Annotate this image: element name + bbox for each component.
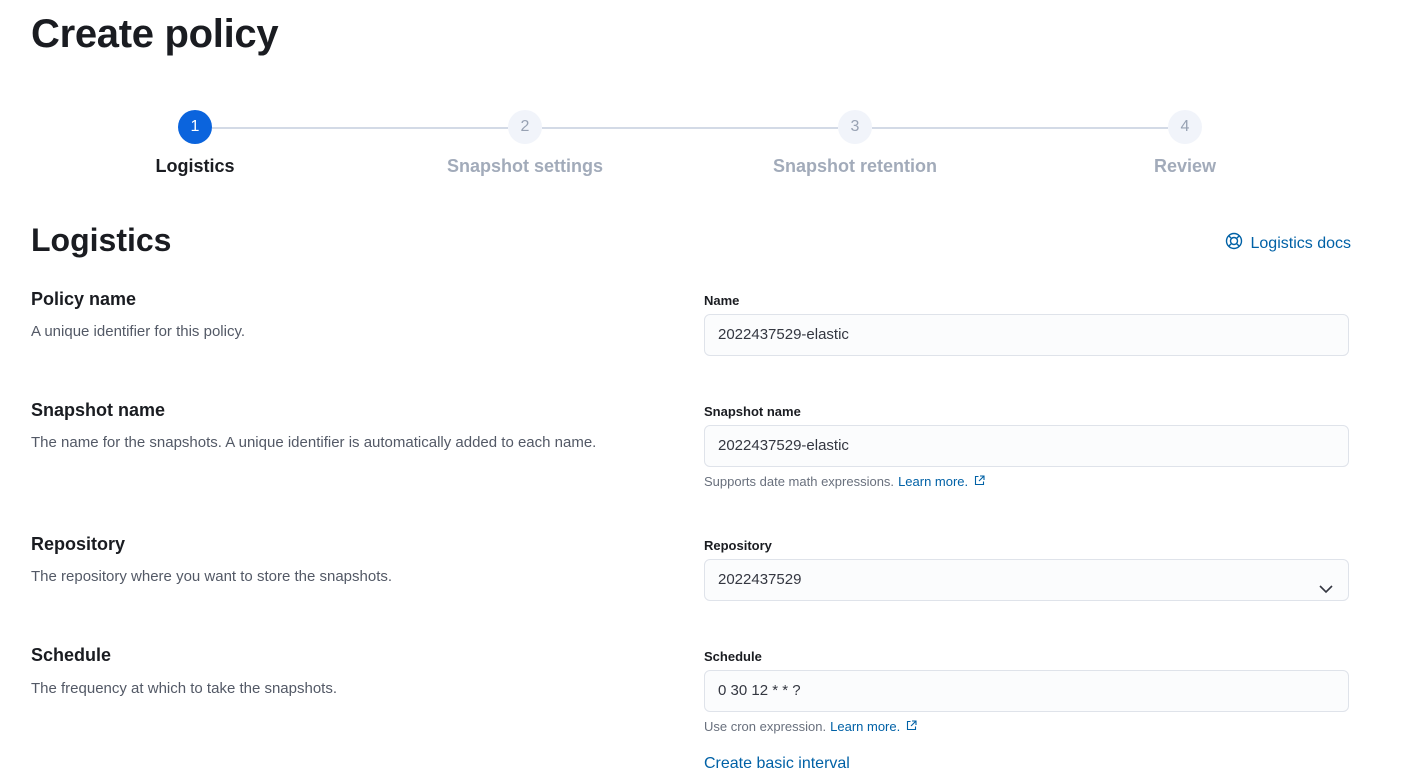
create-basic-interval-link[interactable]: Create basic interval — [704, 755, 850, 773]
repository-label: Repository — [704, 538, 772, 553]
snapshot-name-help: Supports date math expressions. Learn mo… — [704, 474, 985, 489]
schedule-input[interactable]: 0 30 12 * * ? — [704, 670, 1349, 712]
step-3-number[interactable]: 3 — [838, 110, 872, 144]
policy-name-title: Policy name — [31, 289, 137, 309]
step-4-number[interactable]: 4 — [1168, 110, 1202, 144]
step-connector — [872, 127, 1168, 129]
name-label: Name — [704, 293, 740, 308]
snapshot-name-learn-more-label: Learn more. — [898, 474, 969, 489]
logistics-docs-label: Logistics docs — [1250, 234, 1352, 252]
policy-name-description: A unique identifier for this policy. — [31, 323, 246, 340]
step-3-label[interactable]: Snapshot retention — [725, 156, 985, 177]
snapshot-name-help-text: Supports date math expressions. — [704, 474, 895, 489]
step-2-label[interactable]: Snapshot settings — [395, 156, 655, 177]
popout-icon — [906, 719, 917, 734]
step-connector — [212, 127, 508, 129]
chevron-down-icon — [1318, 573, 1334, 613]
schedule-help-text: Use cron expression. — [704, 719, 827, 734]
repository-selected-value: 2022437529 — [718, 571, 802, 588]
snapshot-name-learn-more-link[interactable]: Learn more. — [898, 474, 985, 489]
step-4-label[interactable]: Review — [1055, 156, 1315, 177]
repository-title: Repository — [31, 534, 126, 554]
schedule-title: Schedule — [31, 645, 112, 665]
step-connector — [542, 127, 838, 129]
step-1-number[interactable]: 1 — [178, 110, 212, 144]
schedule-learn-more-link[interactable]: Learn more. — [830, 719, 917, 734]
step-1-label[interactable]: Logistics — [65, 156, 325, 177]
schedule-help: Use cron expression. Learn more. — [704, 719, 917, 734]
lifebuoy-icon — [1225, 232, 1243, 255]
snapshot-name-description: The name for the snapshots. A unique ide… — [31, 434, 597, 451]
section-title: Logistics — [31, 222, 172, 258]
snapshot-name-label: Snapshot name — [704, 404, 801, 419]
logistics-docs-link[interactable]: Logistics docs — [1225, 232, 1352, 255]
repository-select[interactable]: 2022437529 — [704, 559, 1349, 601]
snapshot-name-title: Snapshot name — [31, 400, 166, 420]
schedule-label: Schedule — [704, 649, 762, 664]
policy-name-input[interactable]: 2022437529-elastic — [704, 314, 1349, 356]
page-title: Create policy — [31, 12, 279, 56]
schedule-description: The frequency at which to take the snaps… — [31, 680, 338, 697]
popout-icon — [974, 474, 985, 489]
repository-description: The repository where you want to store t… — [31, 568, 393, 585]
step-2-number[interactable]: 2 — [508, 110, 542, 144]
snapshot-name-input[interactable]: 2022437529-elastic — [704, 425, 1349, 467]
schedule-learn-more-label: Learn more. — [830, 719, 901, 734]
